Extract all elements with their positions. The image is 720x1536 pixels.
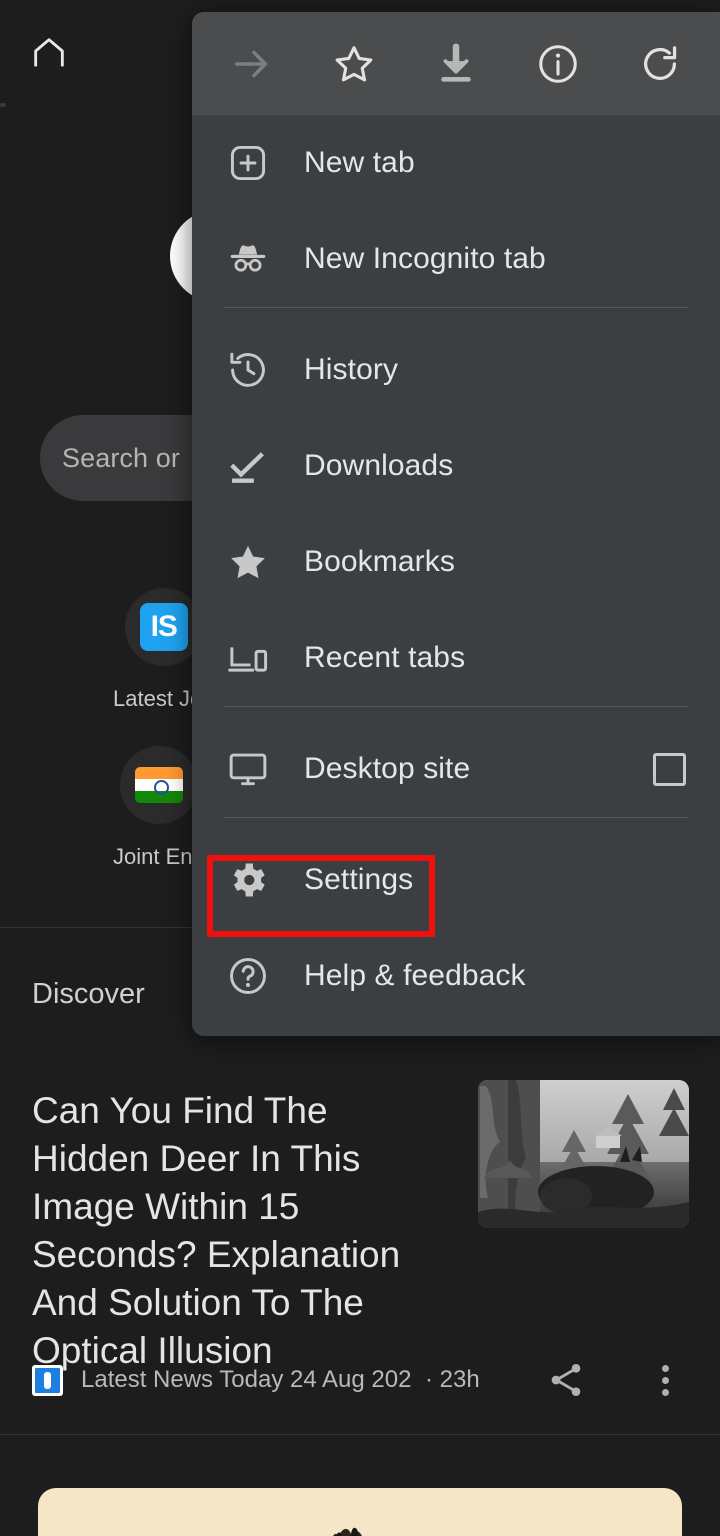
menu-spacer: [192, 818, 720, 832]
menu-item-label: New Incognito tab: [304, 242, 546, 275]
more-vert-icon[interactable]: [646, 1360, 686, 1400]
forward-icon: [226, 38, 278, 90]
menu-item-label: Settings: [304, 863, 414, 896]
history-clock-icon: [224, 346, 272, 394]
search-placeholder-text: Search or: [62, 442, 180, 473]
home-icon[interactable]: [29, 33, 69, 73]
menu-item-label: Help & feedback: [304, 959, 526, 992]
menu-item-downloads[interactable]: Downloads: [192, 418, 720, 514]
article-time-ago: · 23h: [425, 1366, 480, 1393]
menu-item-desktop-site[interactable]: Desktop site: [192, 721, 720, 817]
menu-item-history[interactable]: History: [192, 322, 720, 418]
menu-item-label: Bookmarks: [304, 545, 455, 578]
help-circle-icon: [224, 952, 272, 1000]
menu-quick-actions-row: [192, 12, 720, 115]
shortcut-icon-wrapper: [120, 746, 199, 824]
menu-item-new-tab[interactable]: New tab: [192, 115, 720, 211]
menu-item-recent-tabs[interactable]: Recent tabs: [192, 610, 720, 706]
menu-spacer: [192, 308, 720, 322]
menu-item-label: Recent tabs: [304, 641, 466, 674]
card-divider: [0, 1434, 720, 1435]
gear-icon: [224, 856, 272, 904]
menu-item-label: History: [304, 353, 399, 386]
menu-item-help-feedback[interactable]: Help & feedback: [192, 928, 720, 1024]
share-icon[interactable]: [546, 1360, 586, 1400]
bookmark-star-icon[interactable]: [328, 38, 380, 90]
chrome-overflow-menu: New tab New Incognito tab History Downlo…: [192, 12, 720, 1036]
page-info-icon[interactable]: [532, 38, 584, 90]
next-article-card[interactable]: [38, 1488, 682, 1536]
horse-head-illustration: [333, 1527, 362, 1536]
menu-item-settings[interactable]: Settings: [192, 832, 720, 928]
star-filled-icon: [224, 538, 272, 586]
discover-heading: Discover: [32, 978, 145, 1010]
article-headline: Can You Find The Hidden Deer In This Ima…: [32, 1090, 401, 1371]
incognito-icon: [224, 235, 272, 283]
menu-item-label: Downloads: [304, 449, 454, 482]
india-flag-icon: [135, 767, 184, 803]
desktop-site-checkbox[interactable]: [653, 752, 686, 786]
article-thumbnail: [478, 1080, 689, 1228]
desktop-monitor-icon: [224, 745, 272, 793]
menu-item-label: Desktop site: [304, 752, 471, 785]
tab-strip-edge: [0, 103, 6, 107]
reload-icon[interactable]: [634, 38, 686, 90]
article-meta-row: Latest News Today 24 Aug 2022… · 23h: [32, 1360, 692, 1400]
menu-spacer: [192, 707, 720, 721]
recent-tabs-devices-icon: [224, 634, 272, 682]
menu-item-new-incognito-tab[interactable]: New Incognito tab: [192, 211, 720, 307]
downloads-check-icon: [224, 442, 272, 490]
new-tab-plus-icon: [224, 139, 272, 187]
menu-item-bookmarks[interactable]: Bookmarks: [192, 514, 720, 610]
download-icon[interactable]: [430, 38, 482, 90]
source-favicon-icon: [32, 1364, 63, 1396]
forest-engraving-image: [478, 1080, 689, 1228]
menu-item-label: New tab: [304, 146, 415, 179]
indiansarkarinaukri-icon: IS: [139, 603, 188, 651]
article-source-name: Latest News Today 24 Aug 2022…: [81, 1366, 411, 1393]
